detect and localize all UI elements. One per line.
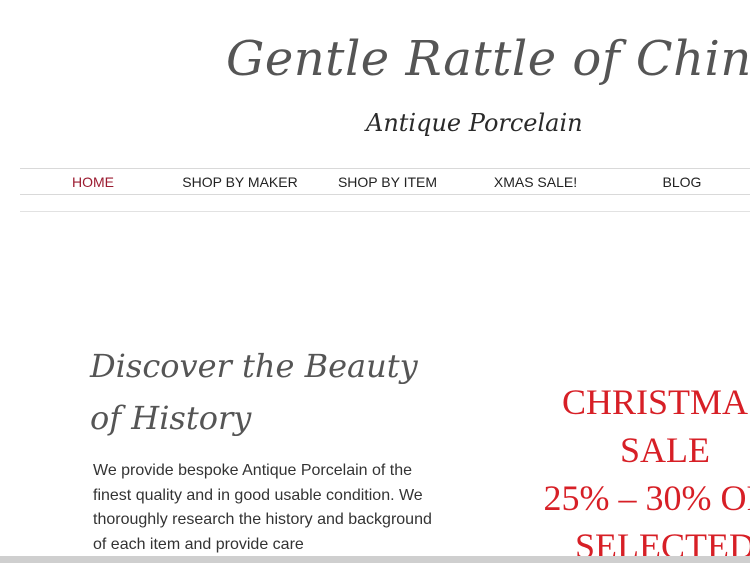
- site-subtitle: Antique Porcelain: [366, 109, 583, 137]
- nav-item-xmas-sale[interactable]: XMAS SALE!: [488, 172, 583, 192]
- horizontal-scrollbar[interactable]: [0, 556, 750, 563]
- site-title[interactable]: Gentle Rattle of China: [226, 24, 750, 94]
- nav-divider-middle: [20, 194, 750, 195]
- nav-divider-top: [20, 168, 750, 169]
- nav-item-shop-by-maker[interactable]: SHOP BY MAKER: [180, 172, 300, 192]
- promo-line-2: SALE: [620, 430, 710, 470]
- hero-heading-line1: Discover the Beauty: [90, 347, 418, 385]
- nav-divider-bottom: [20, 211, 750, 212]
- nav-item-home[interactable]: HOME: [58, 172, 128, 192]
- hero-heading-line2: of History: [90, 399, 252, 437]
- hero-heading: Discover the Beauty of History: [90, 340, 450, 444]
- nav-item-blog[interactable]: BLOG: [650, 172, 714, 192]
- nav-item-shop-by-item[interactable]: SHOP BY ITEM: [335, 172, 440, 192]
- hero-body-text: We provide bespoke Antique Porcelain of …: [93, 462, 432, 553]
- christmas-sale-banner: CHRISTMAS SALE 25% – 30% OFF SELECTED: [540, 378, 750, 563]
- promo-line-3: 25% – 30% OFF: [543, 478, 750, 518]
- promo-line-1: CHRISTMAS: [561, 382, 750, 422]
